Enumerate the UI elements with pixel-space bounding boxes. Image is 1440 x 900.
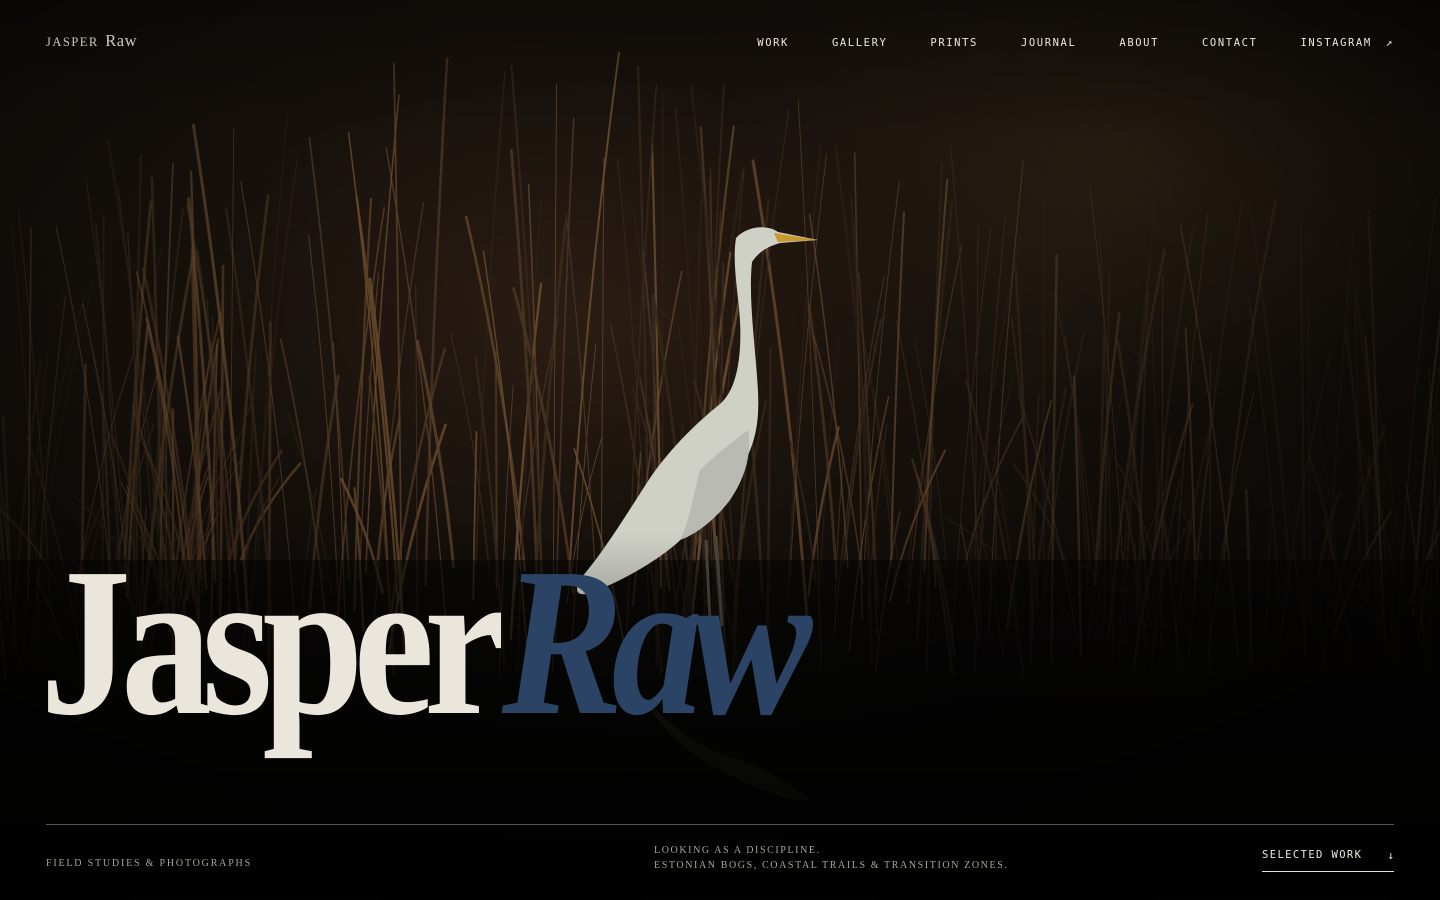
nav-item-instagram-label: INSTAGRAM [1300, 37, 1372, 49]
statement-line-1: LOOKING AS A DISCIPLINE. [654, 845, 821, 856]
nav-item-work[interactable]: WORK [757, 37, 789, 49]
nav-item-instagram[interactable]: INSTAGRAM ↗ [1300, 36, 1394, 49]
statement-line-2: ESTONIAN BOGS, COASTAL TRAILS & TRANSITI… [654, 860, 1009, 871]
brand-logo[interactable]: Jasper Raw [46, 31, 137, 51]
arrow-down-icon: ↓ [1387, 849, 1394, 862]
selected-work-button[interactable]: SELECTED WORK ↓ [1262, 849, 1394, 872]
artist-statement: LOOKING AS A DISCIPLINE. ESTONIAN BOGS, … [654, 843, 1008, 873]
footer-divider [46, 824, 1394, 825]
brand-last-name: Raw [105, 31, 138, 50]
primary-nav: WORK GALLERY PRINTS JOURNAL ABOUT CONTAC… [757, 36, 1394, 49]
selected-work-label: SELECTED WORK [1262, 849, 1363, 861]
nav-item-journal[interactable]: JOURNAL [1021, 37, 1076, 49]
brand-first-name: Jasper [46, 35, 99, 49]
nav-item-contact[interactable]: CONTACT [1202, 37, 1257, 49]
external-link-arrow-icon: ↗ [1385, 36, 1394, 49]
nav-item-prints[interactable]: PRINTS [930, 37, 978, 49]
hero-last-name: Raw [502, 524, 812, 759]
nav-item-gallery[interactable]: GALLERY [832, 37, 887, 49]
hero-first-name: Jasper [40, 524, 505, 759]
nav-item-about[interactable]: ABOUT [1119, 37, 1159, 49]
site-tagline: FIELD STUDIES & PHOTOGRAPHS [46, 858, 252, 869]
hero-wordmark: Jasper Raw [40, 524, 812, 766]
